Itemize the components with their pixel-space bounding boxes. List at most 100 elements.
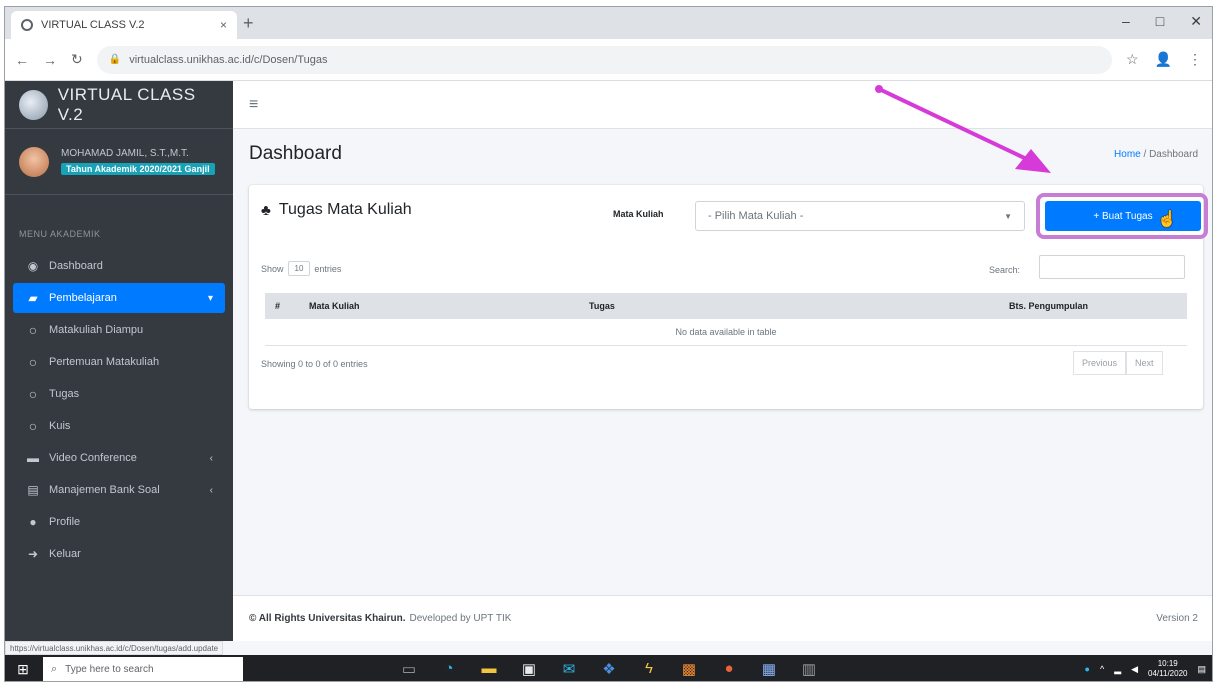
previous-button[interactable]: Previous xyxy=(1073,351,1127,375)
file-explorer-icon[interactable]: ▬ xyxy=(479,660,499,678)
circle-icon: ○ xyxy=(28,386,38,402)
help-icon[interactable]: ● xyxy=(1085,664,1090,674)
sidebar-item-tugas[interactable]: ○ Tugas xyxy=(13,379,225,409)
taskbar-apps: ▭ ◔ ▬ ▣ ✉ ❖ ϟ ▩ ● ▦ ▥ xyxy=(399,660,819,678)
window-controls: – □ ✕ xyxy=(1122,13,1202,30)
url-text: virtualclass.unikhas.ac.id/c/Dosen/Tugas xyxy=(129,53,328,66)
clock[interactable]: 10:19 04/11/2020 xyxy=(1148,659,1187,679)
sidebar-item-dashboard[interactable]: ◉ Dashboard xyxy=(13,251,225,281)
notification-icon[interactable]: ▤ xyxy=(1197,664,1206,675)
video-icon: ▬ xyxy=(27,451,39,465)
clock-time: 10:19 xyxy=(1157,659,1178,668)
sidebar-item-pertemuan-matakuliah[interactable]: ○ Pertemuan Matakuliah xyxy=(13,347,225,377)
mata-kuliah-select[interactable]: - Pilih Mata Kuliah - ▼ xyxy=(695,201,1025,231)
sidebar-item-label: Pembelajaran xyxy=(49,292,117,304)
sidebar-item-kuis[interactable]: ○ Kuis xyxy=(13,411,225,441)
hand-cursor-icon: ☝ xyxy=(1157,211,1177,228)
address-bar[interactable]: 🔒 virtualclass.unikhas.ac.id/c/Dosen/Tug… xyxy=(96,45,1112,74)
show-label: Show xyxy=(261,263,284,274)
windows-start-icon[interactable]: ⊞ xyxy=(11,661,35,678)
col-mata-kuliah[interactable]: Mata Kuliah xyxy=(299,293,579,319)
sidebar-item-bank-soal[interactable]: ▤ Manajemen Bank Soal ‹ xyxy=(13,475,225,505)
chalkboard-icon: ▰ xyxy=(28,291,38,305)
tab-title: VIRTUAL CLASS V.2 xyxy=(41,19,145,31)
bookmark-star-icon[interactable]: ☆ xyxy=(1126,51,1139,68)
sidebar-item-video-conference[interactable]: ▬ Video Conference ‹ xyxy=(13,443,225,473)
new-tab-button[interactable]: + xyxy=(243,13,254,34)
lock-icon: 🔒 xyxy=(108,54,122,65)
search-label: Search: xyxy=(989,265,1021,275)
back-icon[interactable]: ← xyxy=(15,52,29,68)
sidebar-item-keluar[interactable]: ➜ Keluar xyxy=(13,539,225,569)
academic-year-badge: Tahun Akademik 2020/2021 Ganjil xyxy=(61,163,215,175)
entries-label: entries xyxy=(314,263,342,274)
browser-menu-icon[interactable]: ⋮ xyxy=(1188,51,1202,68)
edge-icon[interactable]: ◔ xyxy=(439,660,459,678)
col-number[interactable]: # xyxy=(265,293,299,319)
avatar xyxy=(19,146,49,177)
browser-tab[interactable]: VIRTUAL CLASS V.2 × xyxy=(11,11,237,39)
app-icon[interactable]: ▥ xyxy=(799,660,819,678)
sidebar-item-label: Profile xyxy=(49,516,81,528)
profile-icon[interactable]: 👤 xyxy=(1155,51,1172,68)
tugas-table: # Mata Kuliah Tugas Bts. Pengumpulan No … xyxy=(265,293,1187,346)
reload-icon[interactable]: ↻ xyxy=(71,51,83,68)
entries-select[interactable]: 10 xyxy=(287,261,311,276)
logout-icon: ➜ xyxy=(27,547,39,561)
minimize-button[interactable]: – xyxy=(1122,13,1130,30)
user-name[interactable]: MOHAMAD JAMIL, S.T.,M.T. xyxy=(61,148,215,159)
annotation-arrow xyxy=(875,85,1051,173)
col-tugas[interactable]: Tugas xyxy=(579,293,999,319)
taskbar: ⊞ ⌕ Type here to search ▭ ◔ ▬ ▣ ✉ ❖ ϟ ▩ … xyxy=(5,655,1212,681)
taskbar-search[interactable]: ⌕ Type here to search xyxy=(43,657,243,681)
menu-toggle-icon[interactable]: ≡ xyxy=(249,96,258,114)
empty-table-message: No data available in table xyxy=(265,319,1187,346)
search-icon: ⌕ xyxy=(51,662,58,675)
taskbar-search-placeholder: Type here to search xyxy=(65,663,154,675)
user-panel: MOHAMAD JAMIL, S.T.,M.T. Tahun Akademik … xyxy=(5,129,233,195)
col-bts-pengumpulan[interactable]: Bts. Pengumpulan xyxy=(999,293,1187,319)
search-input[interactable] xyxy=(1039,255,1185,279)
maximize-button[interactable]: □ xyxy=(1156,13,1164,30)
table-row: No data available in table xyxy=(265,319,1187,346)
sidebar-item-label: Pertemuan Matakuliah xyxy=(49,356,160,368)
mail-icon[interactable]: ✉ xyxy=(559,660,579,678)
users-icon: ♣ xyxy=(261,201,271,219)
card-title-text: Tugas Mata Kuliah xyxy=(278,201,412,218)
footer: © All Rights Universitas Khairun. Develo… xyxy=(233,595,1212,641)
network-icon[interactable]: ▂ xyxy=(1114,664,1121,675)
next-button[interactable]: Next xyxy=(1126,351,1163,375)
page-header: Dashboard Home / Dashboard xyxy=(233,129,1212,179)
dropbox-icon[interactable]: ❖ xyxy=(599,660,619,678)
breadcrumb-current: Dashboard xyxy=(1149,148,1198,160)
chevron-left-icon: ‹ xyxy=(209,484,213,496)
pagination: Previous Next xyxy=(1073,351,1163,375)
brand[interactable]: VIRTUAL CLASS V.2 xyxy=(5,81,233,129)
circle-icon: ○ xyxy=(28,418,38,434)
sidebar-item-profile[interactable]: ● Profile xyxy=(13,507,225,537)
sidebar-item-matakuliah-diampu[interactable]: ○ Matakuliah Diampu xyxy=(13,315,225,345)
task-view-icon[interactable]: ▭ xyxy=(399,660,419,678)
tray-chevron-icon[interactable]: ^ xyxy=(1100,664,1104,674)
breadcrumb-home-link[interactable]: Home xyxy=(1114,149,1141,160)
menu-header: MENU AKADEMIK xyxy=(19,229,101,239)
mata-kuliah-label: Mata Kuliah xyxy=(613,209,664,219)
firefox-icon[interactable]: ● xyxy=(719,660,739,678)
sidebar-item-pembelajaran[interactable]: ▰ Pembelajaran ▾ xyxy=(13,283,225,313)
book-icon: ▤ xyxy=(27,483,39,497)
breadcrumb: Home / Dashboard xyxy=(1114,149,1198,160)
sidebar-item-label: Manajemen Bank Soal xyxy=(49,484,160,496)
store-icon[interactable]: ▣ xyxy=(519,660,539,678)
lightning-icon[interactable]: ϟ xyxy=(639,660,659,678)
volume-icon[interactable]: ◀ xyxy=(1131,664,1138,675)
user-icon: ● xyxy=(29,515,37,529)
close-window-button[interactable]: ✕ xyxy=(1190,13,1202,30)
showing-entries-text: Showing 0 to 0 of 0 entries xyxy=(261,359,368,369)
globe-icon xyxy=(21,19,33,31)
app-icon[interactable]: ▩ xyxy=(679,660,699,678)
system-tray: ● ^ ▂ ◀ 10:19 04/11/2020 ▤ xyxy=(1085,659,1206,679)
forward-icon[interactable]: → xyxy=(43,52,57,68)
close-tab-icon[interactable]: × xyxy=(220,18,227,32)
photos-icon[interactable]: ▦ xyxy=(759,660,779,678)
browser-toolbar: ← → ↻ 🔒 virtualclass.unikhas.ac.id/c/Dos… xyxy=(5,39,1212,81)
